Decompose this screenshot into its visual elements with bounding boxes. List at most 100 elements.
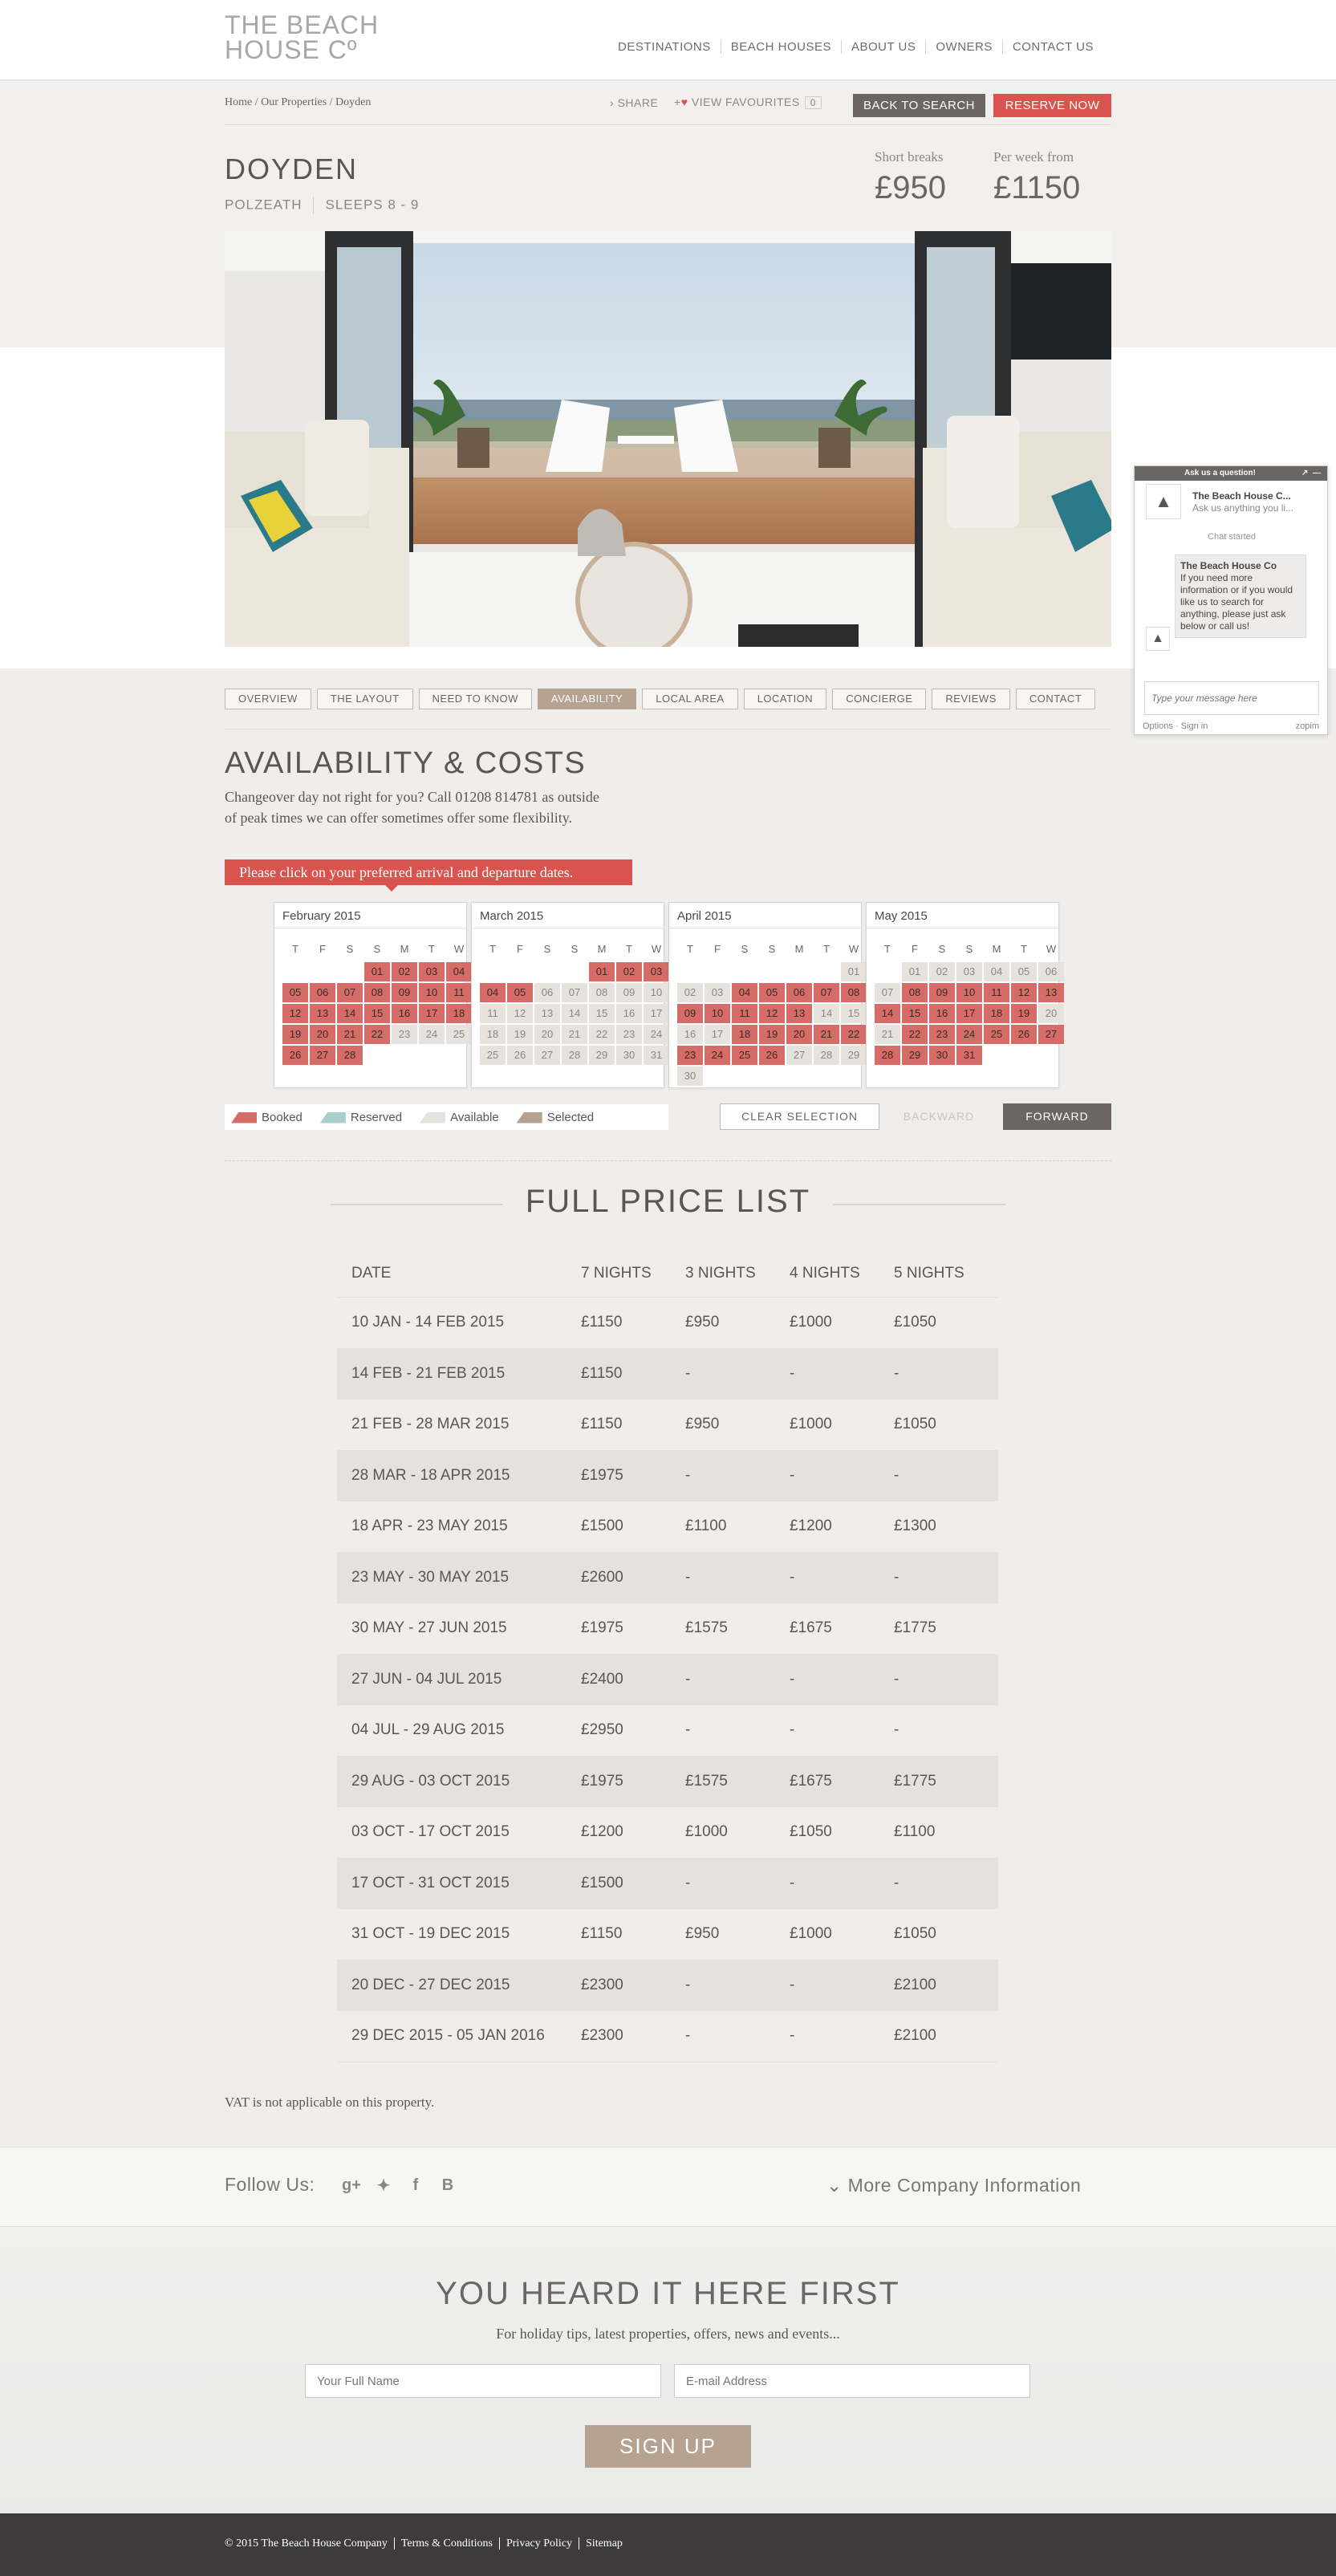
calendar-day[interactable]: 12 <box>282 1004 308 1023</box>
calendar-day[interactable]: 16 <box>392 1004 417 1023</box>
tab-contact[interactable]: CONTACT <box>1015 689 1096 709</box>
calendar-day[interactable]: 05 <box>759 983 785 1002</box>
calendar-day[interactable]: 18 <box>984 1004 1009 1023</box>
calendar-day[interactable]: 22 <box>589 1025 615 1044</box>
calendar-day[interactable]: 18 <box>732 1025 757 1044</box>
calendar-day[interactable]: 23 <box>616 1025 642 1044</box>
calendar-day[interactable]: 09 <box>616 983 642 1002</box>
calendar-day[interactable]: 27 <box>534 1046 560 1065</box>
nav-contact-us[interactable]: CONTACT US <box>1001 40 1103 54</box>
blogger-icon[interactable]: B <box>437 2175 458 2196</box>
calendar-day[interactable]: 28 <box>337 1046 363 1065</box>
calendar-day[interactable]: 10 <box>956 983 982 1002</box>
calendar-day[interactable]: 10 <box>419 983 445 1002</box>
reserve-now-button[interactable]: RESERVE NOW <box>993 94 1111 117</box>
calendar-day[interactable]: 03 <box>644 962 669 981</box>
calendar-day[interactable]: 01 <box>364 962 390 981</box>
chat-message-input[interactable] <box>1144 681 1319 715</box>
chat-header[interactable]: Ask us a question! ↗ — <box>1135 466 1327 481</box>
tab-the-layout[interactable]: THE LAYOUT <box>316 689 413 709</box>
calendar-day[interactable]: 05 <box>282 983 308 1002</box>
sign-up-button[interactable]: SIGN UP <box>585 2425 751 2468</box>
calendar-day[interactable]: 19 <box>507 1025 533 1044</box>
calendar-day[interactable]: 26 <box>282 1046 308 1065</box>
calendar-day[interactable]: 22 <box>902 1025 928 1044</box>
email-input[interactable] <box>674 2364 1030 2398</box>
calendar-day[interactable]: 15 <box>364 1004 390 1023</box>
share-button[interactable]: › SHARE <box>610 96 658 109</box>
calendar-day[interactable]: 21 <box>562 1025 587 1044</box>
forward-button[interactable]: FORWARD <box>1003 1103 1111 1130</box>
calendar-day[interactable]: 12 <box>507 1004 533 1023</box>
calendar-day[interactable]: 28 <box>562 1046 587 1065</box>
calendar-day[interactable]: 28 <box>814 1046 839 1065</box>
calendar-day[interactable]: 30 <box>616 1046 642 1065</box>
calendar-day[interactable]: 06 <box>534 983 560 1002</box>
chat-options[interactable]: Options · Sign in <box>1143 721 1208 731</box>
calendar-day[interactable]: 11 <box>480 1004 506 1023</box>
calendar-day[interactable]: 17 <box>705 1025 730 1044</box>
calendar-day[interactable]: 18 <box>446 1004 472 1023</box>
terms-link[interactable]: Terms & Conditions <box>393 2537 499 2550</box>
calendar-day[interactable]: 22 <box>841 1025 867 1044</box>
tab-concierge[interactable]: CONCIERGE <box>832 689 927 709</box>
calendar-day[interactable]: 11 <box>446 983 472 1002</box>
tab-local-area[interactable]: LOCAL AREA <box>642 689 738 709</box>
calendar-day[interactable]: 14 <box>875 1004 900 1023</box>
calendar-day[interactable]: 17 <box>419 1004 445 1023</box>
tab-location[interactable]: LOCATION <box>743 689 827 709</box>
calendar-day[interactable]: 25 <box>446 1025 472 1044</box>
calendar-day[interactable]: 24 <box>419 1025 445 1044</box>
calendar-day[interactable]: 05 <box>507 983 533 1002</box>
calendar-day[interactable]: 11 <box>984 983 1009 1002</box>
calendar-day[interactable]: 09 <box>392 983 417 1002</box>
calendar-day[interactable]: 12 <box>759 1004 785 1023</box>
privacy-link[interactable]: Privacy Policy <box>498 2537 579 2550</box>
calendar-day[interactable]: 16 <box>929 1004 955 1023</box>
calendar-day[interactable]: 12 <box>1011 983 1037 1002</box>
calendar-day[interactable]: 20 <box>1038 1004 1064 1023</box>
back-to-search-button[interactable]: BACK TO SEARCH <box>853 94 985 117</box>
calendar-day[interactable]: 17 <box>644 1004 669 1023</box>
calendar-day[interactable]: 15 <box>902 1004 928 1023</box>
nav-destinations[interactable]: DESTINATIONS <box>608 40 721 54</box>
calendar-day[interactable]: 01 <box>841 962 867 981</box>
calendar-day[interactable]: 03 <box>419 962 445 981</box>
calendar-day[interactable]: 23 <box>929 1025 955 1044</box>
calendar-day[interactable]: 22 <box>364 1025 390 1044</box>
calendar-day[interactable]: 16 <box>616 1004 642 1023</box>
calendar-day[interactable]: 23 <box>392 1025 417 1044</box>
chat-brand[interactable]: zopim <box>1296 721 1319 731</box>
calendar-day[interactable]: 04 <box>446 962 472 981</box>
popout-icon[interactable]: ↗ <box>1301 469 1308 477</box>
calendar-day[interactable]: 31 <box>644 1046 669 1065</box>
calendar-day[interactable]: 30 <box>929 1046 955 1065</box>
tab-need-to-know[interactable]: NEED TO KNOW <box>418 689 532 709</box>
calendar-day[interactable]: 02 <box>929 962 955 981</box>
site-logo[interactable]: THE BEACH HOUSE Cº <box>225 12 379 63</box>
calendar-day[interactable]: 04 <box>732 983 757 1002</box>
calendar-day[interactable]: 09 <box>929 983 955 1002</box>
calendar-day[interactable]: 02 <box>677 983 703 1002</box>
facebook-icon[interactable]: f <box>405 2175 426 2196</box>
chat-window-controls[interactable]: ↗ — <box>1301 466 1321 481</box>
calendar-day[interactable]: 26 <box>1011 1025 1037 1044</box>
calendar-day[interactable]: 13 <box>786 1004 812 1023</box>
calendar-day[interactable]: 09 <box>677 1004 703 1023</box>
calendar-day[interactable]: 21 <box>875 1025 900 1044</box>
calendar-day[interactable]: 16 <box>677 1025 703 1044</box>
calendar-day[interactable]: 08 <box>364 983 390 1002</box>
full-name-input[interactable] <box>305 2364 661 2398</box>
tab-availability[interactable]: AVAILABILITY <box>537 689 637 709</box>
calendar-day[interactable]: 14 <box>337 1004 363 1023</box>
tab-overview[interactable]: OVERVIEW <box>225 689 311 709</box>
calendar-day[interactable]: 20 <box>534 1025 560 1044</box>
calendar-day[interactable]: 04 <box>480 983 506 1002</box>
calendar-day[interactable]: 26 <box>759 1046 785 1065</box>
minimize-icon[interactable]: — <box>1313 469 1321 477</box>
calendar-day[interactable]: 29 <box>902 1046 928 1065</box>
calendar-day[interactable]: 21 <box>337 1025 363 1044</box>
calendar-day[interactable]: 13 <box>534 1004 560 1023</box>
calendar-day[interactable]: 01 <box>902 962 928 981</box>
clear-selection-button[interactable]: CLEAR SELECTION <box>720 1103 879 1130</box>
